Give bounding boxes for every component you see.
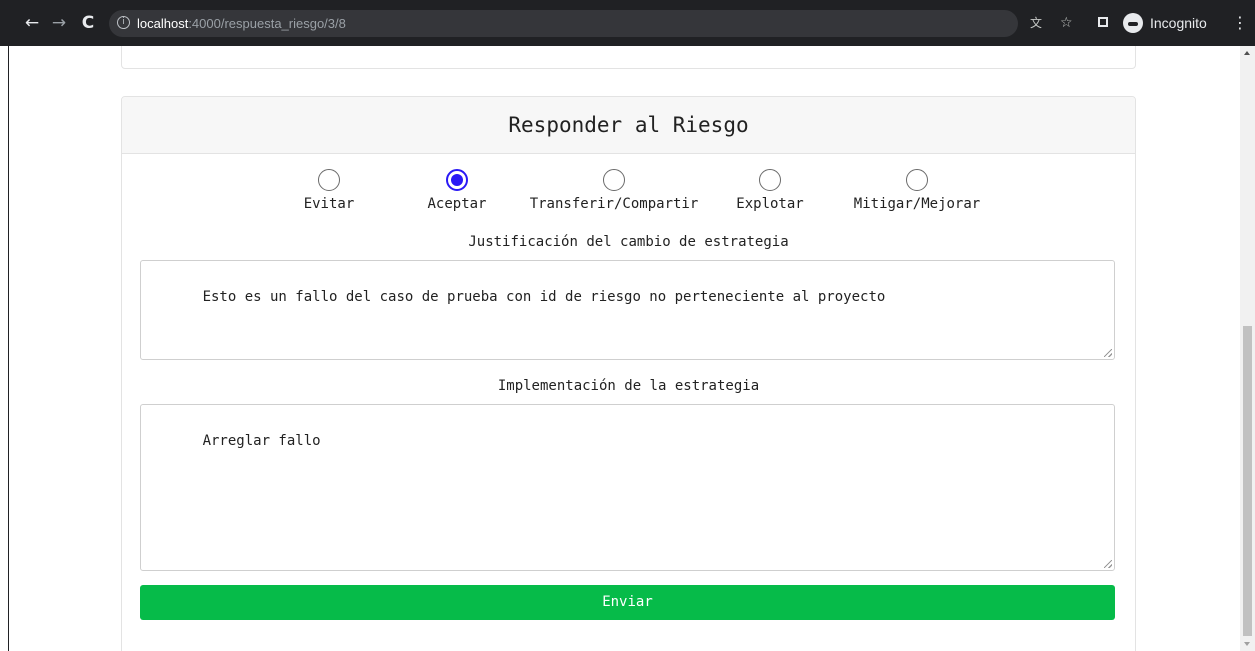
radio-circle[interactable] (759, 169, 781, 191)
radio-circle[interactable] (318, 169, 340, 191)
radio-transferir[interactable]: Transferir/Compartir (524, 169, 704, 213)
sidepanel-icon[interactable] (1098, 17, 1108, 27)
radio-aceptar[interactable]: Aceptar (417, 169, 497, 213)
back-icon[interactable]: ← (22, 13, 42, 33)
implementation-label: Implementación de la estrategia (497, 378, 760, 394)
scroll-up-icon[interactable] (1244, 51, 1250, 55)
card-title: Responder al Riesgo (122, 97, 1135, 154)
url-text: localhost:4000/respuesta_riesgo/3/8 (137, 10, 346, 37)
radio-circle[interactable] (906, 169, 928, 191)
url-host: localhost (137, 16, 189, 31)
justification-label: Justificación del cambio de estrategia (468, 234, 789, 250)
resize-grip-icon[interactable] (1104, 560, 1112, 568)
forward-icon[interactable]: → (49, 13, 69, 33)
radio-evitar[interactable]: Evitar (294, 169, 364, 213)
respond-risk-card: Responder al Riesgo Evitar Aceptar Trans… (121, 96, 1136, 651)
radio-circle[interactable] (603, 169, 625, 191)
radio-explotar[interactable]: Explotar (730, 169, 810, 213)
resize-grip-icon[interactable] (1104, 349, 1112, 357)
reload-icon[interactable]: C (78, 13, 98, 33)
incognito-indicator[interactable]: Incognito (1096, 10, 1226, 36)
url-path: :4000/respuesta_riesgo/3/8 (188, 16, 346, 31)
previous-card (121, 46, 1136, 69)
radio-label: Transferir/Compartir (529, 196, 699, 212)
page-viewport: Responder al Riesgo Evitar Aceptar Trans… (8, 46, 1241, 651)
radio-mitigar[interactable]: Mitigar/Mejorar (842, 169, 992, 213)
radio-label: Aceptar (427, 196, 487, 212)
radio-label: Explotar (736, 196, 804, 212)
radio-label: Mitigar/Mejorar (853, 196, 981, 212)
menu-icon[interactable]: ⋮ (1232, 13, 1248, 33)
implementation-text: Arreglar fallo (202, 433, 321, 449)
radio-circle-checked[interactable] (446, 169, 468, 191)
incognito-icon (1123, 13, 1143, 33)
page-scrollbar[interactable] (1240, 46, 1255, 651)
star-icon[interactable]: ☆ (1060, 14, 1073, 32)
address-bar[interactable]: i localhost:4000/respuesta_riesgo/3/8 (109, 10, 1018, 37)
incognito-label: Incognito (1150, 15, 1207, 31)
implementation-textarea[interactable]: Arreglar fallo (140, 404, 1115, 571)
translate-icon[interactable]: 文 (1030, 14, 1042, 32)
info-icon[interactable]: i (117, 16, 130, 29)
justification-textarea[interactable]: Esto es un fallo del caso de prueba con … (140, 260, 1115, 360)
strategy-radio-group: Evitar Aceptar Transferir/Compartir Expl… (122, 169, 1135, 219)
justification-text: Esto es un fallo del caso de prueba con … (202, 289, 886, 305)
scroll-down-icon[interactable] (1244, 642, 1250, 646)
browser-toolbar: ← → C i localhost:4000/respuesta_riesgo/… (0, 0, 1255, 46)
scroll-thumb[interactable] (1243, 326, 1252, 636)
radio-label: Evitar (303, 196, 355, 212)
submit-button[interactable]: Enviar (140, 585, 1115, 620)
